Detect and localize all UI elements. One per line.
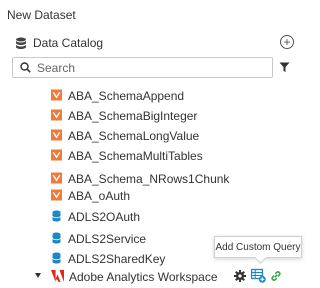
list-item-label: ADLS2Service xyxy=(68,232,147,246)
plus-circle-icon[interactable]: + xyxy=(280,35,294,49)
search-input[interactable] xyxy=(37,60,257,75)
list-item[interactable]: ABA_oAuth xyxy=(0,187,306,205)
search-box[interactable] xyxy=(12,57,273,78)
blue-cylinder-icon xyxy=(52,210,61,222)
blue-cylinder-icon xyxy=(52,252,61,264)
list-item-label: ABA_oAuth xyxy=(68,189,131,203)
list-item-label: ADLS2SharedKey xyxy=(68,252,166,266)
add-query-icon[interactable] xyxy=(251,268,266,283)
list-item-label: ABA_Schema_NRows1Chunk xyxy=(68,172,230,186)
data-catalog-header: Data Catalog + xyxy=(15,34,294,52)
list-item-label: Adobe Analytics Workspace xyxy=(69,270,218,284)
database-icon xyxy=(16,37,26,49)
list-item-label: ABA_SchemaBigInteger xyxy=(68,109,198,123)
orange-check-icon xyxy=(51,172,62,184)
adobe-icon xyxy=(51,270,64,282)
list-item[interactable]: ABA_SchemaAppend xyxy=(0,87,306,105)
list-item-label: ABA_SchemaMultiTables xyxy=(68,149,203,163)
orange-check-icon xyxy=(51,189,62,201)
list-item-adobe-analytics[interactable]: Adobe Analytics Workspace xyxy=(0,268,306,286)
orange-check-icon xyxy=(51,129,62,141)
list-item-label: ABA_SchemaLongValue xyxy=(68,129,200,143)
list-item[interactable]: ABA_SchemaMultiTables xyxy=(0,147,306,165)
search-icon xyxy=(20,62,31,73)
list-item[interactable]: ABA_Schema_NRows1Chunk xyxy=(0,170,306,188)
blue-cylinder-icon xyxy=(52,232,61,244)
orange-check-icon xyxy=(51,89,62,101)
gear-icon[interactable] xyxy=(234,270,246,282)
list-item[interactable]: ABA_SchemaBigInteger xyxy=(0,107,306,125)
orange-check-icon xyxy=(51,109,62,121)
filter-icon[interactable] xyxy=(279,62,290,73)
dialog-title: New Dataset xyxy=(7,8,76,22)
list-item-label: ADLS2OAuth xyxy=(68,210,141,224)
caret-down-icon[interactable] xyxy=(35,273,41,278)
list-item[interactable]: ABA_SchemaLongValue xyxy=(0,127,306,145)
list-item[interactable]: ADLS2OAuth xyxy=(0,208,306,226)
orange-check-icon xyxy=(51,149,62,161)
link-icon[interactable] xyxy=(270,270,282,282)
list-item-label: ABA_SchemaAppend xyxy=(68,89,185,103)
data-catalog-label: Data Catalog xyxy=(33,36,104,50)
add-custom-query-tooltip: Add Custom Query xyxy=(214,236,302,258)
